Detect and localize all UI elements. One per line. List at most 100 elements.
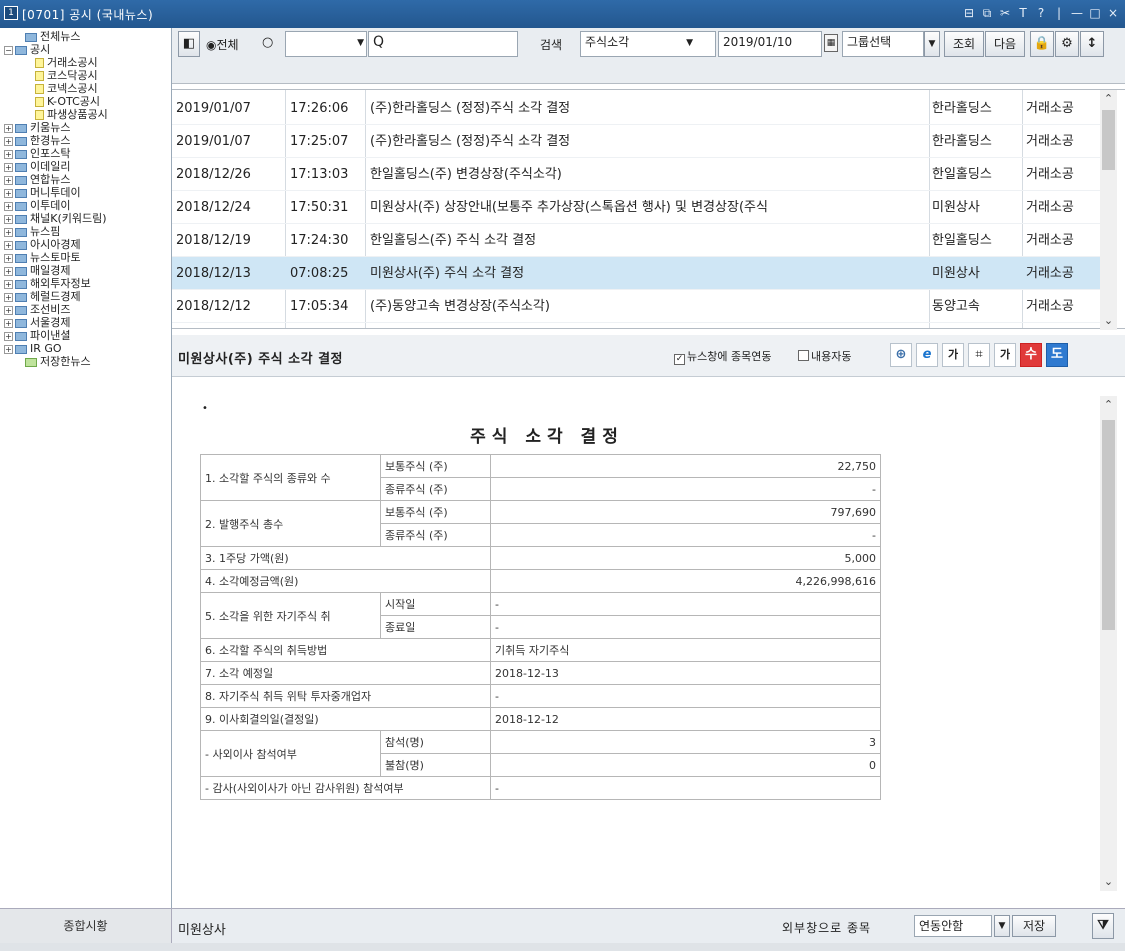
table-row[interactable]: 2019/01/07 17:25:07 (주)한라홀딩스 (정정)주식 소각 결정 한… xyxy=(172,125,1100,158)
zoom-icon[interactable]: ⊕ xyxy=(890,343,912,367)
expand-icon[interactable]: + xyxy=(4,123,13,133)
list-scrollbar[interactable]: ⌃ ⌄ xyxy=(1100,90,1117,330)
expand-icon[interactable]: + xyxy=(4,305,13,315)
search-type-select[interactable]: 주식소각 ▼ xyxy=(580,31,716,57)
expand-icon[interactable]: + xyxy=(4,292,13,302)
date-input[interactable]: 2019/01/10 xyxy=(718,31,822,57)
scroll-thumb[interactable] xyxy=(1102,420,1115,630)
tree-item[interactable]: + 이데일리 xyxy=(2,160,171,173)
tree-item[interactable]: 거래소공시 xyxy=(2,56,171,69)
scroll-up-icon[interactable]: ⌃ xyxy=(1100,396,1117,414)
browser-icon[interactable]: e xyxy=(916,343,938,367)
expand-icon[interactable]: + xyxy=(4,344,13,354)
tree-item[interactable]: + 아시아경제 xyxy=(2,238,171,251)
stock-code-input[interactable]: ▼ xyxy=(285,31,367,57)
expand-icon[interactable]: + xyxy=(4,136,13,146)
chevron-down-icon[interactable]: ▼ xyxy=(994,915,1010,937)
table-row[interactable]: 2018/12/19 17:24:30 한일홀딩스(주) 주식 소각 결정 한일홀딩스… xyxy=(172,224,1100,257)
expand-icon[interactable]: + xyxy=(4,240,13,250)
tree-item[interactable]: 파생상품공시 xyxy=(2,108,171,121)
tree-item[interactable]: + 뉴스토마토 xyxy=(2,251,171,264)
tree-item[interactable]: 코스닥공시 xyxy=(2,69,171,82)
capture-icon[interactable]: ✂ xyxy=(997,4,1013,22)
group-select[interactable]: 그룹선택 xyxy=(842,31,924,57)
gear-icon[interactable]: ⚙ xyxy=(1055,31,1079,57)
save-button[interactable]: 저장 xyxy=(1012,915,1056,937)
expand-icon[interactable]: + xyxy=(4,149,13,159)
tree-item[interactable]: + 헤럴드경제 xyxy=(2,290,171,303)
tree-item[interactable]: + 서울경제 xyxy=(2,316,171,329)
fit-icon[interactable]: ⌗ xyxy=(968,343,990,367)
table-row[interactable]: 2018/12/24 17:50:31 미원상사(주) 상장안내(보통주 추가상장(… xyxy=(172,191,1100,224)
radio-all[interactable]: ◉전체 xyxy=(206,36,239,53)
tree-item[interactable]: + 파이낸셜 xyxy=(2,329,171,342)
filter-icon[interactable]: ⧩ xyxy=(1092,913,1114,939)
help-icon[interactable]: ? xyxy=(1033,4,1049,22)
expand-icon[interactable]: + xyxy=(4,175,13,185)
tree-item[interactable]: + 머니투데이 xyxy=(2,186,171,199)
expand-icon[interactable]: + xyxy=(4,318,13,328)
tree-item[interactable]: + 매일경제 xyxy=(2,264,171,277)
keyword-search-input[interactable]: Q xyxy=(368,31,518,57)
expand-icon[interactable]: + xyxy=(4,227,13,237)
font-icon[interactable]: T xyxy=(1015,4,1031,22)
expand-icon[interactable]: + xyxy=(4,279,13,289)
query-button[interactable]: 조회 xyxy=(944,31,984,57)
close-icon[interactable]: × xyxy=(1105,4,1121,22)
expand-icon[interactable]: + xyxy=(4,266,13,276)
tree-item[interactable]: + 키움뉴스 xyxy=(2,121,171,134)
radio-stock[interactable]: ○ xyxy=(262,35,273,50)
scroll-down-icon[interactable]: ⌄ xyxy=(1100,312,1117,330)
calendar-icon[interactable]: ▦ xyxy=(824,34,838,52)
minimize-icon[interactable]: — xyxy=(1069,4,1085,22)
font-increase-icon[interactable]: 가 xyxy=(942,343,964,367)
link-checkbox[interactable]: ✓ 뉴스창에 종목연동 xyxy=(674,348,771,365)
sell-button[interactable]: 도 xyxy=(1046,343,1068,367)
scroll-down-icon[interactable]: ⌄ xyxy=(1100,873,1117,891)
tree-item[interactable]: 코넥스공시 xyxy=(2,82,171,95)
font-decrease-icon[interactable]: 가 xyxy=(994,343,1016,367)
tree-item[interactable]: + IR GO xyxy=(2,342,171,355)
tree-item[interactable]: + 이투데이 xyxy=(2,199,171,212)
sort-icon[interactable]: ↕ xyxy=(1080,31,1104,57)
tree-item[interactable]: + 뉴스핌 xyxy=(2,225,171,238)
window-split-icon[interactable]: ◧ xyxy=(178,31,200,57)
tree-item[interactable]: K-OTC공시 xyxy=(2,95,171,108)
expand-icon[interactable]: + xyxy=(4,188,13,198)
tree-item[interactable]: + 인포스탁 xyxy=(2,147,171,160)
scroll-thumb[interactable] xyxy=(1102,110,1115,170)
tree-item[interactable]: + 해외투자정보 xyxy=(2,277,171,290)
table-row[interactable]: 2018/12/26 17:13:03 한일홀딩스(주) 변경상장(주식소각) 한일홀… xyxy=(172,158,1100,191)
expand-icon[interactable]: + xyxy=(4,162,13,172)
expand-icon[interactable]: + xyxy=(4,253,13,263)
tree-item[interactable]: + 한경뉴스 xyxy=(2,134,171,147)
expand-icon[interactable]: + xyxy=(4,201,13,211)
next-button[interactable]: 다음 xyxy=(985,31,1025,57)
scroll-up-icon[interactable]: ⌃ xyxy=(1100,90,1117,108)
market-summary-button[interactable]: 종합시황 xyxy=(0,908,172,943)
table-row[interactable]: 2019/01/07 17:26:06 (주)한라홀딩스 (정정)주식 소각 결정 한… xyxy=(172,92,1100,125)
tree-item[interactable]: + 채널K(키워드림) xyxy=(2,212,171,225)
news-category-tree[interactable]: 전체뉴스 − 공시 거래소공시 코스닥공시 코넥스공시 K-OTC공시 파생상품공시 + 키움뉴스… xyxy=(0,28,172,908)
lock-icon[interactable]: 🔒 xyxy=(1030,31,1054,57)
tree-item[interactable]: − 공시 xyxy=(2,43,171,56)
chevron-down-icon[interactable]: ▼ xyxy=(686,33,693,53)
tree-item[interactable]: + 연합뉴스 xyxy=(2,173,171,186)
tree-item[interactable]: + 조선비즈 xyxy=(2,303,171,316)
tree-item[interactable]: 전체뉴스 xyxy=(2,30,171,43)
expand-icon[interactable]: + xyxy=(4,331,13,341)
table-row[interactable]: 2018/12/13 07:08:25 미원상사(주) 주식 소각 결정 미원상사 거래… xyxy=(172,257,1100,290)
expand-icon[interactable]: + xyxy=(4,214,13,224)
doc-scrollbar[interactable]: ⌃ ⌄ xyxy=(1100,396,1117,891)
chevron-down-icon[interactable]: ▼ xyxy=(357,33,364,53)
layout-icon[interactable]: ⊟ xyxy=(961,4,977,22)
maximize-icon[interactable]: □ xyxy=(1087,4,1103,22)
buy-button[interactable]: 수 xyxy=(1020,343,1042,367)
search-icon[interactable]: Q xyxy=(373,34,384,50)
table-row[interactable]: 2018/12/12 17:05:34 (주)동양고속 변경상장(주식소각) 동양고속… xyxy=(172,290,1100,323)
content-checkbox[interactable]: 내용자동 xyxy=(798,348,851,364)
chevron-down-icon[interactable]: ▼ xyxy=(924,31,940,57)
collapse-icon[interactable]: − xyxy=(4,45,13,55)
link-window-icon[interactable]: ⧉ xyxy=(979,4,995,22)
link-mode-select[interactable]: 연동안함 xyxy=(914,915,992,937)
